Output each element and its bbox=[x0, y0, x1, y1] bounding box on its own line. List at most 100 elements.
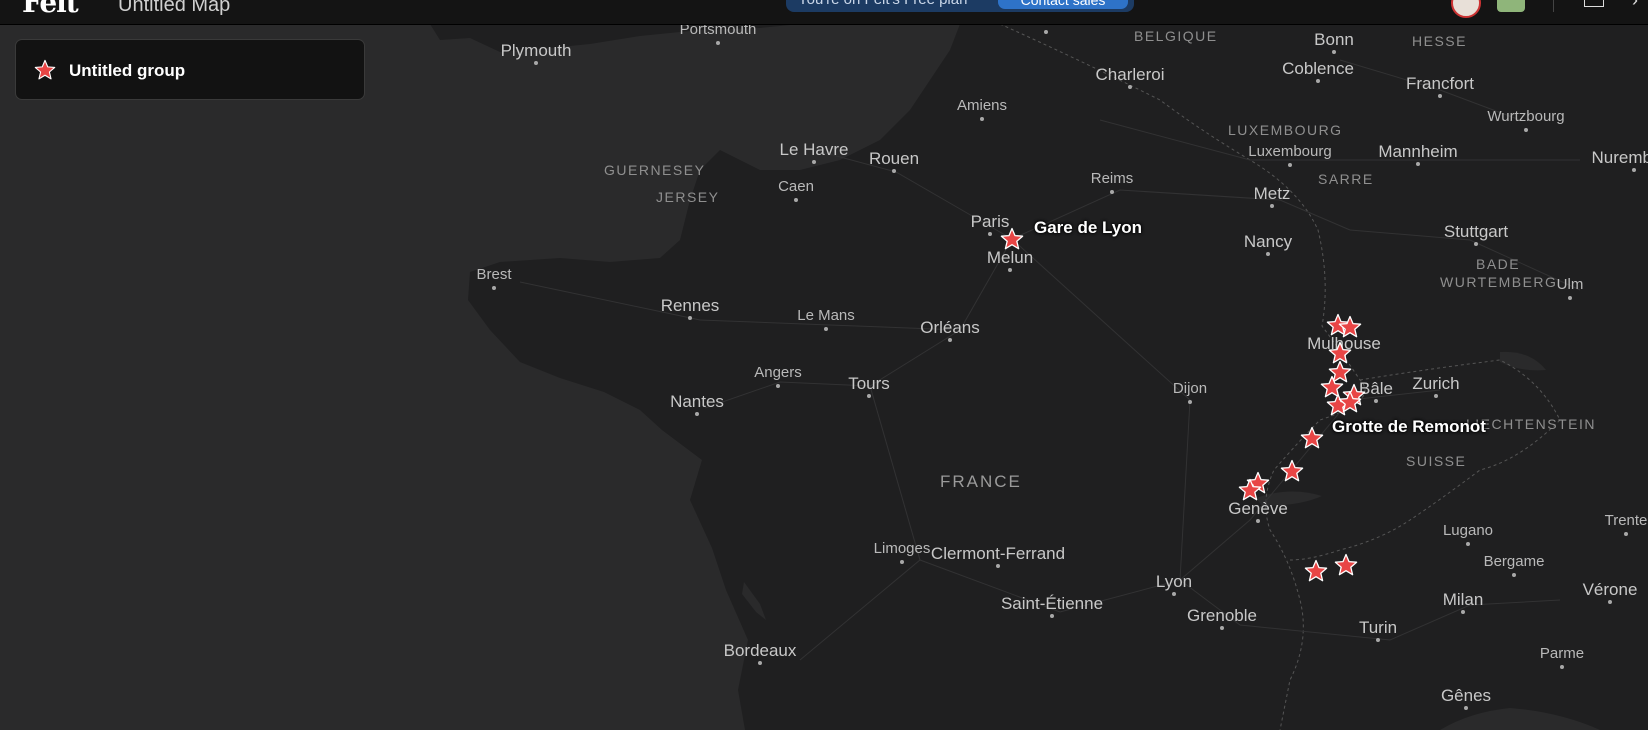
place-label: Grenoble bbox=[1187, 606, 1257, 625]
plan-text: You're on Felt's Free plan bbox=[798, 0, 967, 8]
place-dot bbox=[1008, 268, 1012, 272]
place-dot bbox=[1374, 399, 1378, 403]
place-label: Le Havre bbox=[779, 140, 849, 159]
region-label: LUXEMBOURG bbox=[1228, 122, 1343, 138]
place-dot bbox=[1256, 519, 1260, 523]
place-dot bbox=[824, 327, 828, 331]
place-dot bbox=[1624, 532, 1628, 536]
place-label: Nuremberg bbox=[1591, 148, 1648, 167]
place-dot bbox=[1466, 542, 1470, 546]
region-label: JERSEY bbox=[656, 189, 720, 205]
place-dot bbox=[1288, 163, 1292, 167]
place-dot bbox=[948, 338, 952, 342]
place-label: Luxembourg bbox=[1248, 143, 1332, 160]
star-marker-icon[interactable] bbox=[1238, 478, 1262, 502]
place-dot bbox=[1050, 614, 1054, 618]
place-dot bbox=[1044, 30, 1048, 34]
marker-label[interactable]: Gare de Lyon bbox=[1034, 218, 1142, 238]
place-label: Brest bbox=[476, 266, 512, 283]
place-label: Bergame bbox=[1483, 553, 1545, 570]
star-marker-icon[interactable] bbox=[1338, 315, 1362, 339]
place-label: Gênes bbox=[1440, 686, 1492, 705]
place-label: Rouen bbox=[868, 149, 920, 168]
place-label: Clermont-Ferrand bbox=[930, 544, 1066, 563]
region-label: BADE bbox=[1476, 256, 1521, 272]
place-label: Dijon bbox=[1172, 380, 1208, 397]
place-label: Angers bbox=[754, 364, 802, 381]
place-label: Parme bbox=[1539, 645, 1585, 662]
place-label: Bordeaux bbox=[723, 641, 797, 660]
place-dot bbox=[812, 160, 816, 164]
place-dot bbox=[1438, 94, 1442, 98]
place-dot bbox=[1461, 610, 1465, 614]
place-label: Stuttgart bbox=[1443, 222, 1509, 241]
place-dot bbox=[892, 169, 896, 173]
place-label: Coblence bbox=[1282, 59, 1354, 78]
star-marker-icon[interactable] bbox=[1300, 426, 1324, 450]
place-label: Ulm bbox=[1556, 276, 1584, 293]
place-dot bbox=[1512, 573, 1516, 577]
place-label: Bonn bbox=[1314, 30, 1354, 49]
place-dot bbox=[867, 394, 871, 398]
place-label: Amiens bbox=[956, 97, 1008, 114]
place-label: Tours bbox=[848, 374, 890, 393]
map-title[interactable]: Untitled Map bbox=[118, 0, 230, 17]
place-label: Mannheim bbox=[1378, 142, 1458, 161]
region-label: SUISSE bbox=[1406, 453, 1467, 469]
group-name: Untitled group bbox=[69, 61, 186, 80]
place-dot bbox=[1434, 394, 1438, 398]
place-label: Saint-Étienne bbox=[1000, 594, 1104, 613]
place-label: Milan bbox=[1442, 590, 1484, 609]
place-dot bbox=[1524, 128, 1528, 132]
place-label: Genève bbox=[1228, 499, 1288, 518]
top-bar: Felt Untitled Map You're on Felt's Free … bbox=[0, 0, 1648, 25]
place-dot bbox=[1416, 162, 1420, 166]
place-label: Limoges bbox=[873, 540, 931, 557]
place-dot bbox=[1188, 400, 1192, 404]
map-canvas[interactable] bbox=[0, 0, 1648, 730]
layer-group-card[interactable]: Untitled group bbox=[15, 39, 365, 100]
place-dot bbox=[900, 560, 904, 564]
place-label: Metz bbox=[1253, 184, 1291, 203]
marker-label[interactable]: Grotte de Remonot bbox=[1332, 417, 1486, 437]
region-label: SARRE bbox=[1318, 171, 1374, 187]
place-dot bbox=[1172, 592, 1176, 596]
region-label: GUERNESEY bbox=[604, 162, 706, 178]
place-dot bbox=[1464, 706, 1468, 710]
place-label: Lugano bbox=[1442, 522, 1494, 539]
place-dot bbox=[776, 384, 780, 388]
place-label: Nancy bbox=[1243, 232, 1293, 251]
star-marker-icon[interactable] bbox=[1304, 559, 1328, 583]
user-avatar[interactable] bbox=[1451, 0, 1481, 18]
land-continent bbox=[468, 24, 1648, 730]
contact-sales-button[interactable]: Contact sales bbox=[998, 0, 1128, 9]
place-dot bbox=[1270, 204, 1274, 208]
felt-logo[interactable]: Felt bbox=[22, 0, 79, 19]
place-dot bbox=[794, 198, 798, 202]
place-dot bbox=[988, 232, 992, 236]
place-label: Nantes bbox=[670, 392, 724, 411]
region-label: BELGIQUE bbox=[1134, 28, 1218, 44]
place-dot bbox=[1110, 190, 1114, 194]
region-label: HESSE bbox=[1412, 33, 1467, 49]
place-dot bbox=[1568, 296, 1572, 300]
star-marker-icon[interactable] bbox=[1334, 553, 1358, 577]
layers-icon[interactable] bbox=[1584, 0, 1604, 7]
place-label: Wurtzbourg bbox=[1487, 108, 1565, 125]
place-dot bbox=[688, 316, 692, 320]
place-dot bbox=[716, 41, 720, 45]
basemap-icon[interactable] bbox=[1497, 0, 1525, 12]
place-label: Lyon bbox=[1155, 572, 1193, 591]
plan-banner: You're on Felt's Free plan Contact sales bbox=[786, 0, 1134, 12]
star-marker-icon[interactable] bbox=[1000, 227, 1024, 251]
toolbar-divider bbox=[1553, 0, 1554, 12]
place-dot bbox=[1560, 665, 1564, 669]
place-label: Rennes bbox=[660, 296, 720, 315]
place-dot bbox=[1266, 252, 1270, 256]
region-label: WURTEMBERG bbox=[1440, 274, 1558, 290]
place-dot bbox=[695, 412, 699, 416]
star-marker-icon[interactable] bbox=[1338, 390, 1362, 414]
more-icon[interactable]: › bbox=[1632, 0, 1638, 11]
place-label: Zurich bbox=[1412, 374, 1460, 393]
star-marker-icon[interactable] bbox=[1280, 459, 1304, 483]
